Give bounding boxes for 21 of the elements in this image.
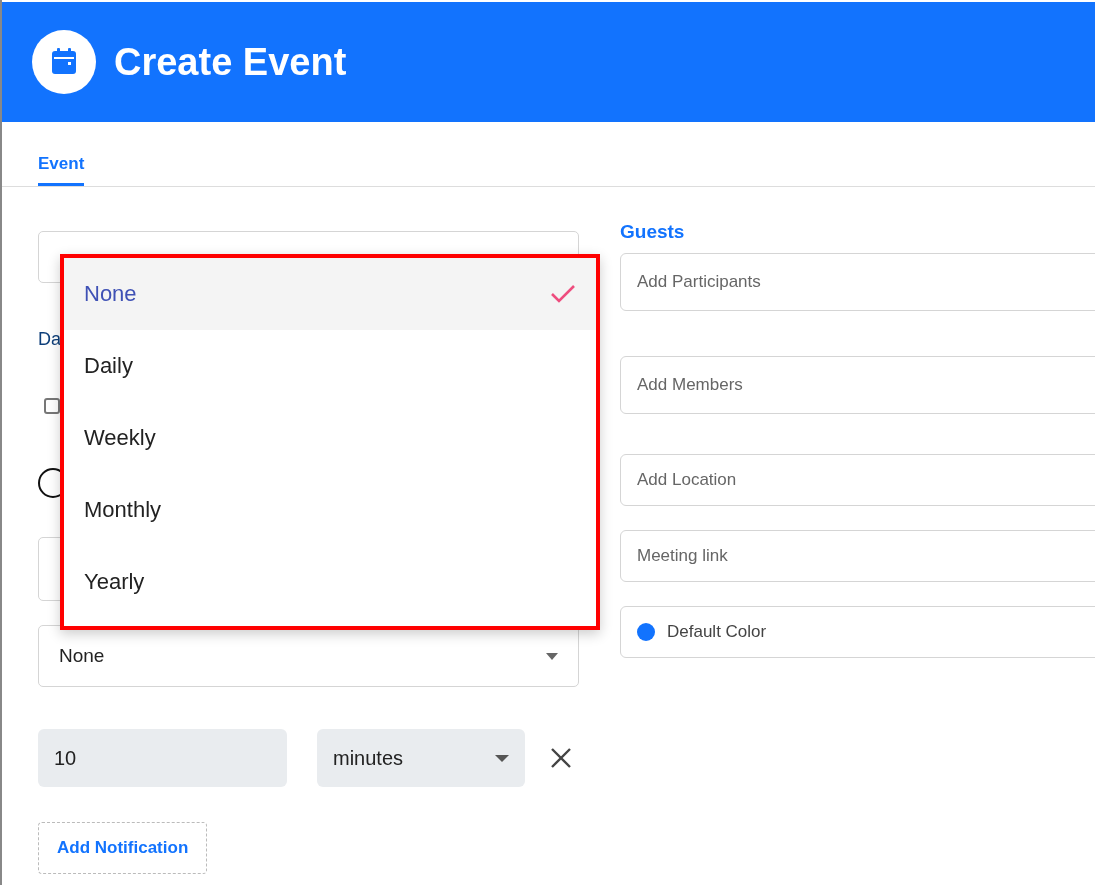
dropdown-option[interactable]: Daily bbox=[64, 330, 596, 402]
check-icon bbox=[550, 284, 576, 304]
guests-label: Guests bbox=[620, 221, 685, 241]
caret-icon bbox=[495, 754, 509, 762]
add-notification-button[interactable]: Add Notification bbox=[38, 822, 208, 874]
caret-icon bbox=[546, 652, 558, 660]
date-label: Da bbox=[38, 329, 61, 350]
input-field[interactable]: Add Participants bbox=[620, 253, 1095, 311]
window-title: Create Event bbox=[114, 40, 347, 84]
close-icon[interactable] bbox=[550, 747, 572, 769]
input-field[interactable]: Add Location bbox=[620, 454, 1095, 506]
dropdown-option[interactable]: None bbox=[64, 258, 596, 330]
unit-select[interactable]: minutes bbox=[317, 729, 525, 787]
input-field[interactable]: Add Members bbox=[620, 356, 1095, 414]
dropdown-option[interactable]: Weekly bbox=[64, 402, 596, 474]
dropdown-option[interactable]: Monthly bbox=[64, 474, 596, 546]
amount-field[interactable]: 10 bbox=[38, 729, 287, 787]
tab[interactable]: Event bbox=[38, 122, 85, 186]
color-select[interactable]: Default Color bbox=[620, 606, 1095, 658]
input-field[interactable]: Meeting link bbox=[620, 530, 1095, 582]
dropdown-option[interactable]: Yearly bbox=[64, 546, 596, 618]
